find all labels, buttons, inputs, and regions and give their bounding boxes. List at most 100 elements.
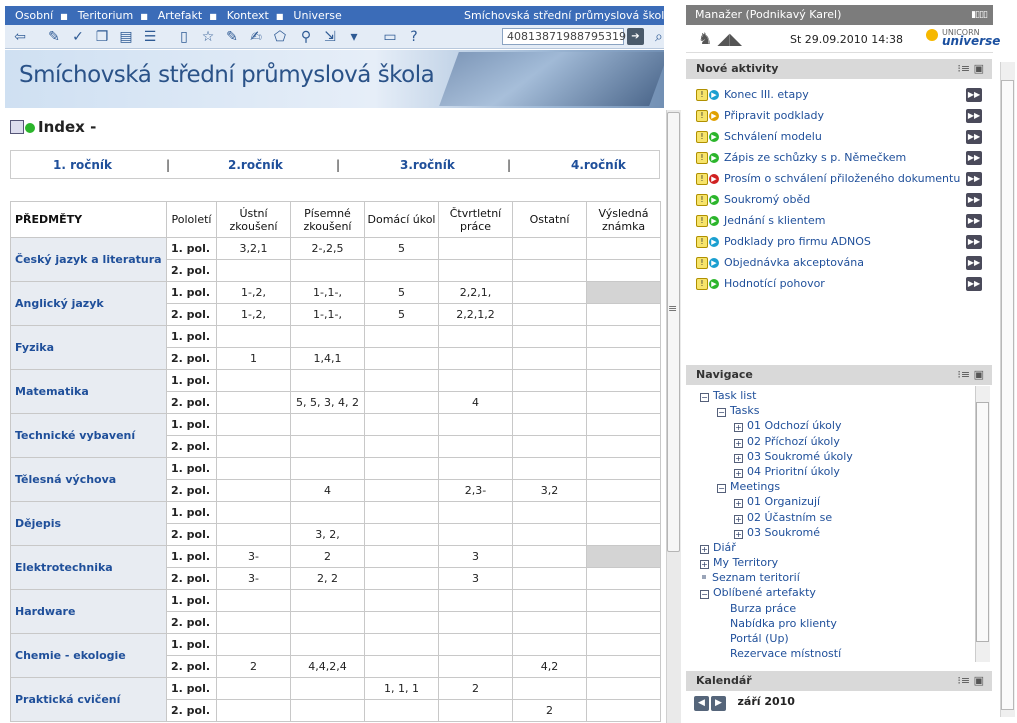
expand-icon[interactable]: + — [734, 468, 743, 478]
nav-tree-item[interactable]: Portál (Up) — [700, 631, 980, 646]
nav-tree-label[interactable]: 04 Prioritní úkoly — [747, 465, 840, 478]
nav-tree-label[interactable]: 02 Účastním se — [747, 511, 832, 524]
nav-tree-item[interactable]: − Tasks — [700, 403, 980, 418]
collapse-icon[interactable]: − — [700, 590, 709, 600]
nav-tree-label[interactable]: Diář — [713, 541, 736, 554]
tab-year-1[interactable]: 1. ročník — [53, 158, 112, 172]
activity-label[interactable]: Prosím o schválení přiloženého dokumentu — [724, 172, 960, 185]
tab-year-3[interactable]: 3.ročník — [400, 158, 455, 172]
expand-icon[interactable]: + — [700, 560, 709, 570]
nav-tree-label[interactable]: 03 Soukromé — [747, 526, 820, 539]
menu-item[interactable]: Universe — [293, 6, 341, 25]
nav-tree-label[interactable]: Seznam teritorií — [712, 571, 800, 584]
nav-tree-label[interactable]: My Territory — [713, 556, 778, 569]
activity-label[interactable]: Připravit podklady — [724, 109, 824, 122]
question-icon[interactable]: ? — [405, 28, 423, 46]
activity-item[interactable]: ! ▶ Hodnotící pohovor ▶▶ — [694, 277, 984, 298]
play-icon[interactable]: ▶▶ — [966, 151, 982, 165]
play-icon[interactable]: ▶▶ — [966, 172, 982, 186]
splitter-grip-icon[interactable]: ≡ — [668, 302, 677, 315]
pencil-icon[interactable]: ✎ — [223, 28, 241, 46]
expand-icon[interactable]: + — [734, 514, 743, 524]
play-icon[interactable]: ▶▶ — [966, 193, 982, 207]
expand-icon[interactable]: + — [700, 544, 709, 554]
subject-link[interactable]: Anglický jazyk — [10, 281, 167, 326]
nav-tree-item[interactable]: +04 Prioritní úkoly — [700, 464, 980, 479]
nav-tree-item[interactable]: +02 Příchozí úkoly — [700, 434, 980, 449]
activity-label[interactable]: Soukromý oběd — [724, 193, 810, 206]
subject-link[interactable]: Elektrotechnika — [10, 545, 167, 590]
nav-tree-item[interactable]: − Task list — [700, 388, 980, 403]
nav-tree-item[interactable]: +03 Soukromé úkoly — [700, 449, 980, 464]
search-input[interactable]: 40813871988795319 — [502, 28, 626, 45]
subject-link[interactable]: Tělesná výchova — [10, 457, 167, 502]
clip-icon[interactable]: ⚲ — [297, 28, 315, 46]
nav-tree-item[interactable]: +01 Odchozí úkoly — [700, 418, 980, 433]
collapse-icon[interactable]: − — [717, 484, 726, 494]
expand-icon[interactable]: + — [734, 453, 743, 463]
activity-label[interactable]: Jednání s klientem — [724, 214, 825, 227]
doc-icon[interactable]: ▤ — [117, 28, 135, 46]
nav-tree-item[interactable]: Seznam teritorií — [700, 570, 980, 585]
sidebar-scrollbar-thumb[interactable] — [1001, 80, 1014, 710]
subject-link[interactable]: Chemie - ekologie — [10, 633, 167, 678]
back-arrow-icon[interactable]: ⇦ — [11, 28, 29, 46]
check-icon[interactable]: ✓ — [69, 28, 87, 46]
activity-item[interactable]: ! ▶ Konec III. etapy ▶▶ — [694, 88, 984, 109]
subject-link[interactable]: Hardware — [10, 589, 167, 634]
panel-controls-icon[interactable]: ⁝≡ ▣ — [957, 59, 984, 79]
nav-tree-label[interactable]: 03 Soukromé úkoly — [747, 450, 853, 463]
activity-item[interactable]: ! ▶ Podklady pro firmu ADNOS ▶▶ — [694, 235, 984, 256]
activity-label[interactable]: Hodnotící pohovor — [724, 277, 825, 290]
note-icon[interactable]: ✍ — [247, 28, 265, 46]
tab-year-4[interactable]: 4.ročník — [571, 158, 626, 172]
nav-tree-item[interactable]: +01 Organizují — [700, 494, 980, 509]
nav-tree-label[interactable]: 01 Odchozí úkoly — [747, 419, 841, 432]
nav-tree-label[interactable]: Portál (Up) — [730, 632, 789, 645]
activity-label[interactable]: Podklady pro firmu ADNOS — [724, 235, 871, 248]
star-icon[interactable]: ☆ — [199, 28, 217, 46]
nav-tree-item[interactable]: Nabídka pro klienty — [700, 616, 980, 631]
menu-item[interactable]: Artefakt — [158, 6, 202, 25]
activity-item[interactable]: ! ▶ Prosím o schválení přiloženého dokumen… — [694, 172, 984, 193]
tab-year-2[interactable]: 2.ročník — [228, 158, 283, 172]
activity-item[interactable]: ! ▶ Schválení modelu ▶▶ — [694, 130, 984, 151]
subject-link[interactable]: Matematika — [10, 369, 167, 414]
activity-item[interactable]: ! ▶ Zápis ze schůzky s p. Němečkem ▶▶ — [694, 151, 984, 172]
nav-tree-item[interactable]: + My Territory — [700, 555, 980, 570]
menu-item[interactable]: Teritorium — [78, 6, 134, 25]
nav-tree-label[interactable]: 01 Organizují — [747, 495, 820, 508]
play-icon[interactable]: ▶▶ — [966, 130, 982, 144]
navigation-scrollbar-thumb[interactable] — [976, 402, 989, 642]
nav-tree-label[interactable]: Rezervace místností — [730, 647, 841, 660]
expand-icon[interactable]: + — [734, 423, 743, 433]
window-icon[interactable]: ▭ — [381, 28, 399, 46]
window-controls-icon[interactable]: ▮▯▯▯ — [971, 5, 988, 25]
go-arrow-icon[interactable]: ➔ — [627, 28, 644, 45]
subject-link[interactable]: Praktická cvičení — [10, 677, 167, 722]
nav-tree-label[interactable]: Tasks — [730, 404, 759, 417]
move-icon[interactable]: ⇲ — [321, 28, 339, 46]
search-icon[interactable]: ⌕ — [655, 28, 664, 46]
nav-tree-label[interactable]: Meetings — [730, 480, 780, 493]
main-scrollbar-thumb[interactable] — [667, 112, 680, 552]
nav-tree-label[interactable]: Oblíbené artefakty — [713, 586, 816, 599]
nav-tree-label[interactable]: 02 Příchozí úkoly — [747, 435, 840, 448]
play-icon[interactable]: ▶▶ — [966, 277, 982, 291]
subject-link[interactable]: Fyzika — [10, 325, 167, 370]
nav-tree-item[interactable]: − Oblíbené artefakty — [700, 585, 980, 600]
play-icon[interactable]: ▶▶ — [966, 214, 982, 228]
play-icon[interactable]: ▶▶ — [966, 109, 982, 123]
subject-link[interactable]: Český jazyk a literatura — [10, 237, 167, 282]
nav-tree-item[interactable]: − Meetings — [700, 479, 980, 494]
nav-tree-item[interactable]: Rezervace místností — [700, 646, 980, 661]
copy-icon[interactable]: ❐ — [93, 28, 111, 46]
expand-icon[interactable]: + — [734, 529, 743, 539]
activity-label[interactable]: Objednávka akceptována — [724, 256, 864, 269]
activity-label[interactable]: Zápis ze schůzky s p. Němečkem — [724, 151, 906, 164]
expand-icon[interactable]: + — [734, 438, 743, 448]
tag-icon[interactable]: ⬠ — [271, 28, 289, 46]
expand-icon[interactable]: + — [734, 499, 743, 509]
play-icon[interactable]: ▶▶ — [966, 88, 982, 102]
menu-item[interactable]: Osobní — [15, 6, 53, 25]
